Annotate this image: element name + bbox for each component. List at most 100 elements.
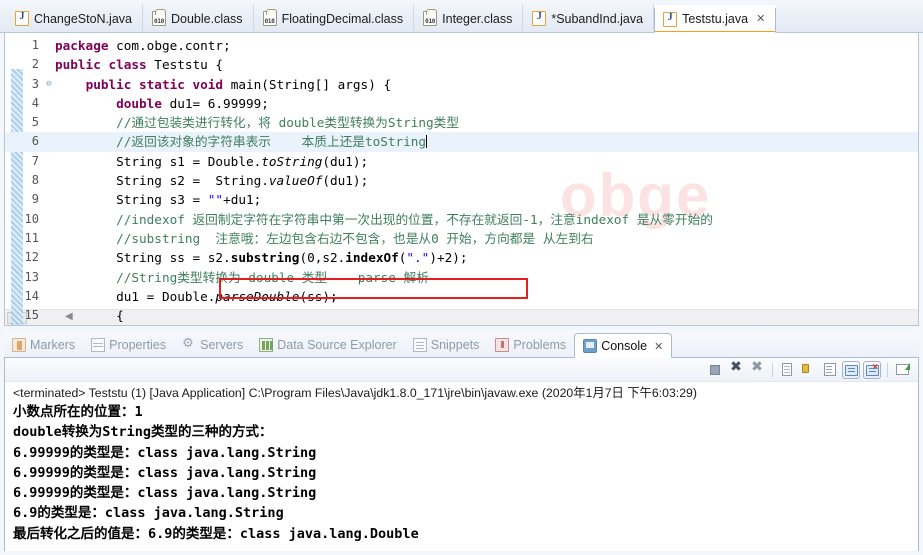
code-line[interactable]: 8 String s2 = String.valueOf(du1); — [5, 171, 918, 190]
console-line: double转换为String类型的三种的方式： — [13, 424, 273, 441]
scroll-lock-button[interactable] — [800, 361, 818, 379]
code-editor[interactable]: obge 1 package com.obge.contr; 2 public … — [4, 33, 919, 326]
display-selected-console-button[interactable] — [842, 360, 860, 379]
code-line[interactable]: 10 //indexof 返回制定字符在字符串中第一次出现的位置，不存在就返回-… — [5, 210, 918, 229]
view-tab-properties[interactable]: Properties — [83, 333, 174, 357]
code-line-highlighted[interactable]: 6 //返回该对象的字符串表示 本质上还是toString — [5, 132, 918, 152]
console-panel: ✖ ✖ <terminated> Teststu (1) [Java Appli… — [4, 357, 919, 551]
line-text: String s3 = ""+du1; — [55, 192, 262, 208]
line-number: 6 — [31, 134, 39, 149]
editor-tab-integer-class[interactable]: Integer.class — [414, 4, 524, 32]
code-line[interactable]: 14 du1 = Double.parseDouble(ss); — [5, 287, 918, 306]
console-line: 6.99999的类型是：class java.lang.String — [13, 464, 317, 481]
remove-all-launches-button[interactable]: ✖ — [748, 359, 766, 379]
line-text: //返回该对象的字符串表示 本质上还是toString — [55, 134, 428, 150]
class-file-icon — [423, 9, 438, 26]
editor-tab-label: Double.class — [170, 11, 243, 26]
view-tab-label: Console — [601, 339, 648, 353]
view-tab-servers[interactable]: Servers — [174, 333, 251, 357]
open-console-button[interactable] — [863, 360, 881, 379]
word-wrap-button[interactable] — [821, 361, 839, 379]
editor-tab-double-class[interactable]: Double.class — [143, 4, 254, 32]
code-line[interactable]: 3 ⊖ public static void main(String[] arg… — [5, 75, 918, 94]
terminate-button[interactable] — [706, 361, 724, 379]
class-file-icon — [151, 9, 166, 26]
toolbar-separator — [772, 362, 773, 377]
console-output[interactable]: <terminated> Teststu (1) [Java Applicati… — [5, 382, 918, 551]
servers-icon — [182, 335, 196, 352]
line-number: 8 — [31, 173, 39, 188]
line-number: 15 — [24, 308, 39, 323]
java-file-icon — [663, 11, 678, 27]
editor-tab-label: Teststu.java — [682, 12, 749, 26]
console-line: 6.99999的类型是：class java.lang.String — [13, 485, 317, 502]
eclipse-ide-window: ChangeStoN.java Double.class FloatingDec… — [0, 0, 923, 555]
code-line[interactable]: 13 //String类型转换为 double 类型 parse 解析 — [5, 268, 918, 287]
line-text: //indexof 返回制定字符在字符串中第一次出现的位置，不存在就返回-1，注… — [55, 211, 713, 227]
view-tab-label: Snippets — [430, 338, 480, 352]
close-icon[interactable]: ✕ — [654, 340, 663, 353]
fold-marker[interactable]: ⊖ — [43, 75, 55, 94]
code-line[interactable]: 1 package com.obge.contr; — [5, 36, 918, 55]
snippets-icon — [412, 338, 427, 352]
console-line: 6.99999的类型是：class java.lang.String — [13, 444, 317, 461]
editor-tab-teststu-java[interactable]: Teststu.java ✕ — [654, 5, 777, 33]
editor-tab-label: Integer.class — [442, 11, 513, 26]
editor-tab-bar: ChangeStoN.java Double.class FloatingDec… — [0, 0, 923, 33]
line-number: 13 — [24, 269, 39, 284]
code-line[interactable]: 9 String s3 = ""+du1; — [5, 190, 918, 209]
view-tab-label: Servers — [200, 338, 244, 352]
code-line[interactable]: 5 //通过包装类进行转化，将 double类型转换为String类型 — [5, 113, 918, 132]
editor-tab-subandind-java[interactable]: *SubandInd.java — [523, 4, 655, 32]
text-caret — [426, 135, 428, 149]
code-line[interactable]: 15 { — [5, 306, 918, 325]
database-icon — [259, 338, 274, 352]
view-tab-console[interactable]: Console ✕ — [574, 333, 673, 358]
console-toolbar: ✖ ✖ — [5, 358, 918, 382]
code-line[interactable]: 2 public class Teststu { — [5, 55, 918, 74]
line-number: 9 — [31, 192, 39, 207]
console-line: 最后转化之后的值是：6.9的类型是：class java.lang.Double — [13, 525, 419, 542]
console-terminated-line: <terminated> Teststu (1) [Java Applicati… — [13, 386, 697, 400]
console-line: 小数点所在的位置：1 — [13, 404, 143, 420]
line-text: //通过包装类进行转化，将 double类型转换为String类型 — [55, 115, 460, 131]
line-text: package com.obge.contr; — [55, 38, 231, 53]
code-line[interactable]: 4 double du1= 6.99999; — [5, 94, 918, 113]
view-tab-bar: Markers Properties Servers Data Source E… — [4, 330, 919, 358]
view-tab-snippets[interactable]: Snippets — [405, 333, 488, 357]
clear-console-button[interactable] — [779, 361, 797, 379]
editor-tab-floatingdecimal-class[interactable]: FloatingDecimal.class — [254, 4, 415, 32]
view-tab-label: Properties — [109, 338, 167, 352]
view-tab-label: Data Source Explorer — [277, 338, 397, 352]
line-text: String ss = s2.substring(0,s2.indexOf(".… — [55, 250, 468, 266]
class-file-icon — [262, 9, 277, 26]
line-text: //String类型转换为 double 类型 parse 解析 — [55, 269, 429, 285]
line-number: 3 — [31, 76, 39, 91]
line-number: 12 — [24, 250, 39, 265]
toolbar-separator — [887, 362, 888, 377]
line-number: 7 — [31, 153, 39, 168]
console-line: 6.9的类型是：class java.lang.String — [13, 505, 284, 522]
close-icon[interactable]: ✕ — [756, 13, 765, 25]
java-file-icon — [532, 11, 547, 26]
editor-tab-label: *SubandInd.java — [551, 11, 644, 26]
line-text: { — [55, 308, 124, 324]
properties-icon — [91, 338, 106, 352]
remove-launch-button[interactable]: ✖ — [727, 359, 745, 379]
code-line[interactable]: 12 String ss = s2.substring(0,s2.indexOf… — [5, 248, 918, 267]
java-file-icon — [15, 11, 29, 26]
view-tab-problems[interactable]: Problems — [487, 333, 574, 357]
pin-console-button[interactable] — [894, 361, 912, 379]
line-text: du1 = Double.parseDouble(ss); — [55, 288, 338, 304]
problems-icon — [495, 338, 510, 352]
line-text: String s2 = String.valueOf(du1); — [55, 173, 369, 189]
code-line[interactable]: 11 //substring 注意哦：左边包含右边不包含，也是从0 开始，方向都… — [5, 229, 918, 248]
line-number: 11 — [24, 230, 39, 245]
line-text: public class Teststu { — [55, 57, 224, 73]
line-number: 2 — [31, 57, 39, 72]
line-number: 4 — [31, 95, 39, 110]
view-tab-data-source-explorer[interactable]: Data Source Explorer — [251, 333, 405, 357]
view-tab-markers[interactable]: Markers — [4, 333, 83, 357]
editor-tab-changeston-java[interactable]: ChangeStoN.java — [6, 4, 143, 32]
code-line[interactable]: 7 String s1 = Double.toString(du1); — [5, 152, 918, 171]
